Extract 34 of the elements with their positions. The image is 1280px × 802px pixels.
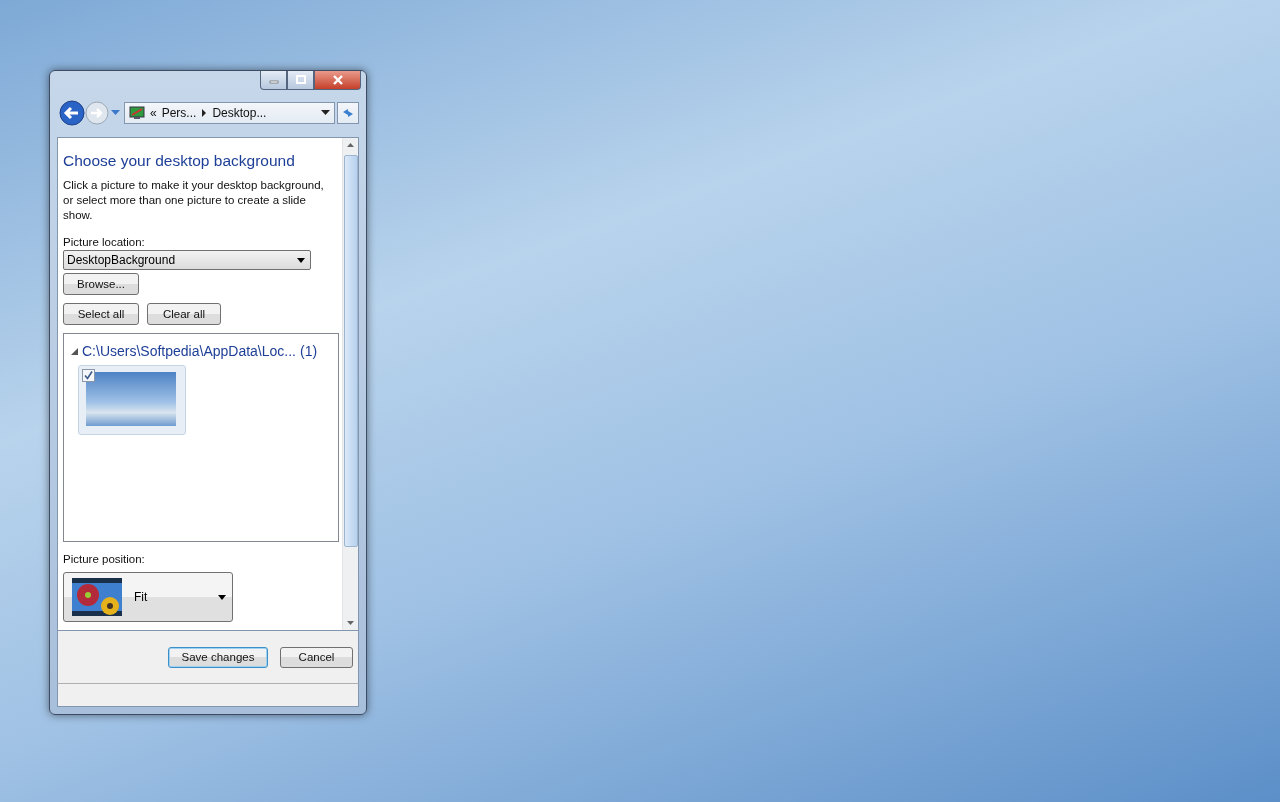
close-button[interactable] <box>314 71 361 90</box>
picture-count: (1) <box>300 343 318 359</box>
refresh-icon <box>341 107 355 119</box>
minimize-button[interactable] <box>260 71 287 90</box>
expand-triangle-icon[interactable] <box>71 347 78 355</box>
vertical-scrollbar[interactable] <box>342 138 358 630</box>
page-heading: Choose your desktop background <box>63 152 296 170</box>
dropdown-caret-icon <box>297 257 305 263</box>
breadcrumb-item[interactable]: Pers... <box>161 106 197 120</box>
position-dropdown[interactable]: Fit <box>63 572 233 622</box>
select-all-button[interactable]: Select all <box>63 303 139 325</box>
folder-path[interactable]: C:\Users\Softpedia\AppData\Loc... <box>82 343 296 359</box>
field-label: Picture position: <box>63 553 146 565</box>
monitor-icon <box>129 106 145 120</box>
cancel-button[interactable]: Cancel <box>280 646 353 668</box>
address-bar[interactable]: « Pers... Desktop... <box>124 102 335 124</box>
clear-all-button[interactable]: Clear all <box>147 303 221 325</box>
maximize-button[interactable] <box>287 71 314 90</box>
checkbox[interactable] <box>82 369 95 382</box>
breadcrumb-item[interactable]: Desktop... <box>212 106 267 120</box>
close-icon <box>330 75 345 85</box>
refresh-button[interactable] <box>337 102 359 124</box>
browse-button[interactable]: Browse... <box>63 273 139 295</box>
dropdown-caret-icon <box>218 594 226 600</box>
flower-preview-icon <box>72 578 122 616</box>
dropdown-caret-icon[interactable] <box>321 110 330 116</box>
maximize-icon <box>294 75 307 85</box>
separator-arrow-icon[interactable] <box>201 109 208 117</box>
location-dropdown[interactable]: DesktopBackground <box>63 250 311 270</box>
description-text: Click a picture to make it your desktop background, or select more than one picture to create a slide show. <box>63 178 325 223</box>
breadcrumb-chevron[interactable]: « <box>150 106 157 120</box>
save-changes-button[interactable]: Save changes <box>168 646 268 668</box>
field-label: Picture location: <box>63 236 146 248</box>
picture-thumbnail[interactable] <box>78 365 186 435</box>
